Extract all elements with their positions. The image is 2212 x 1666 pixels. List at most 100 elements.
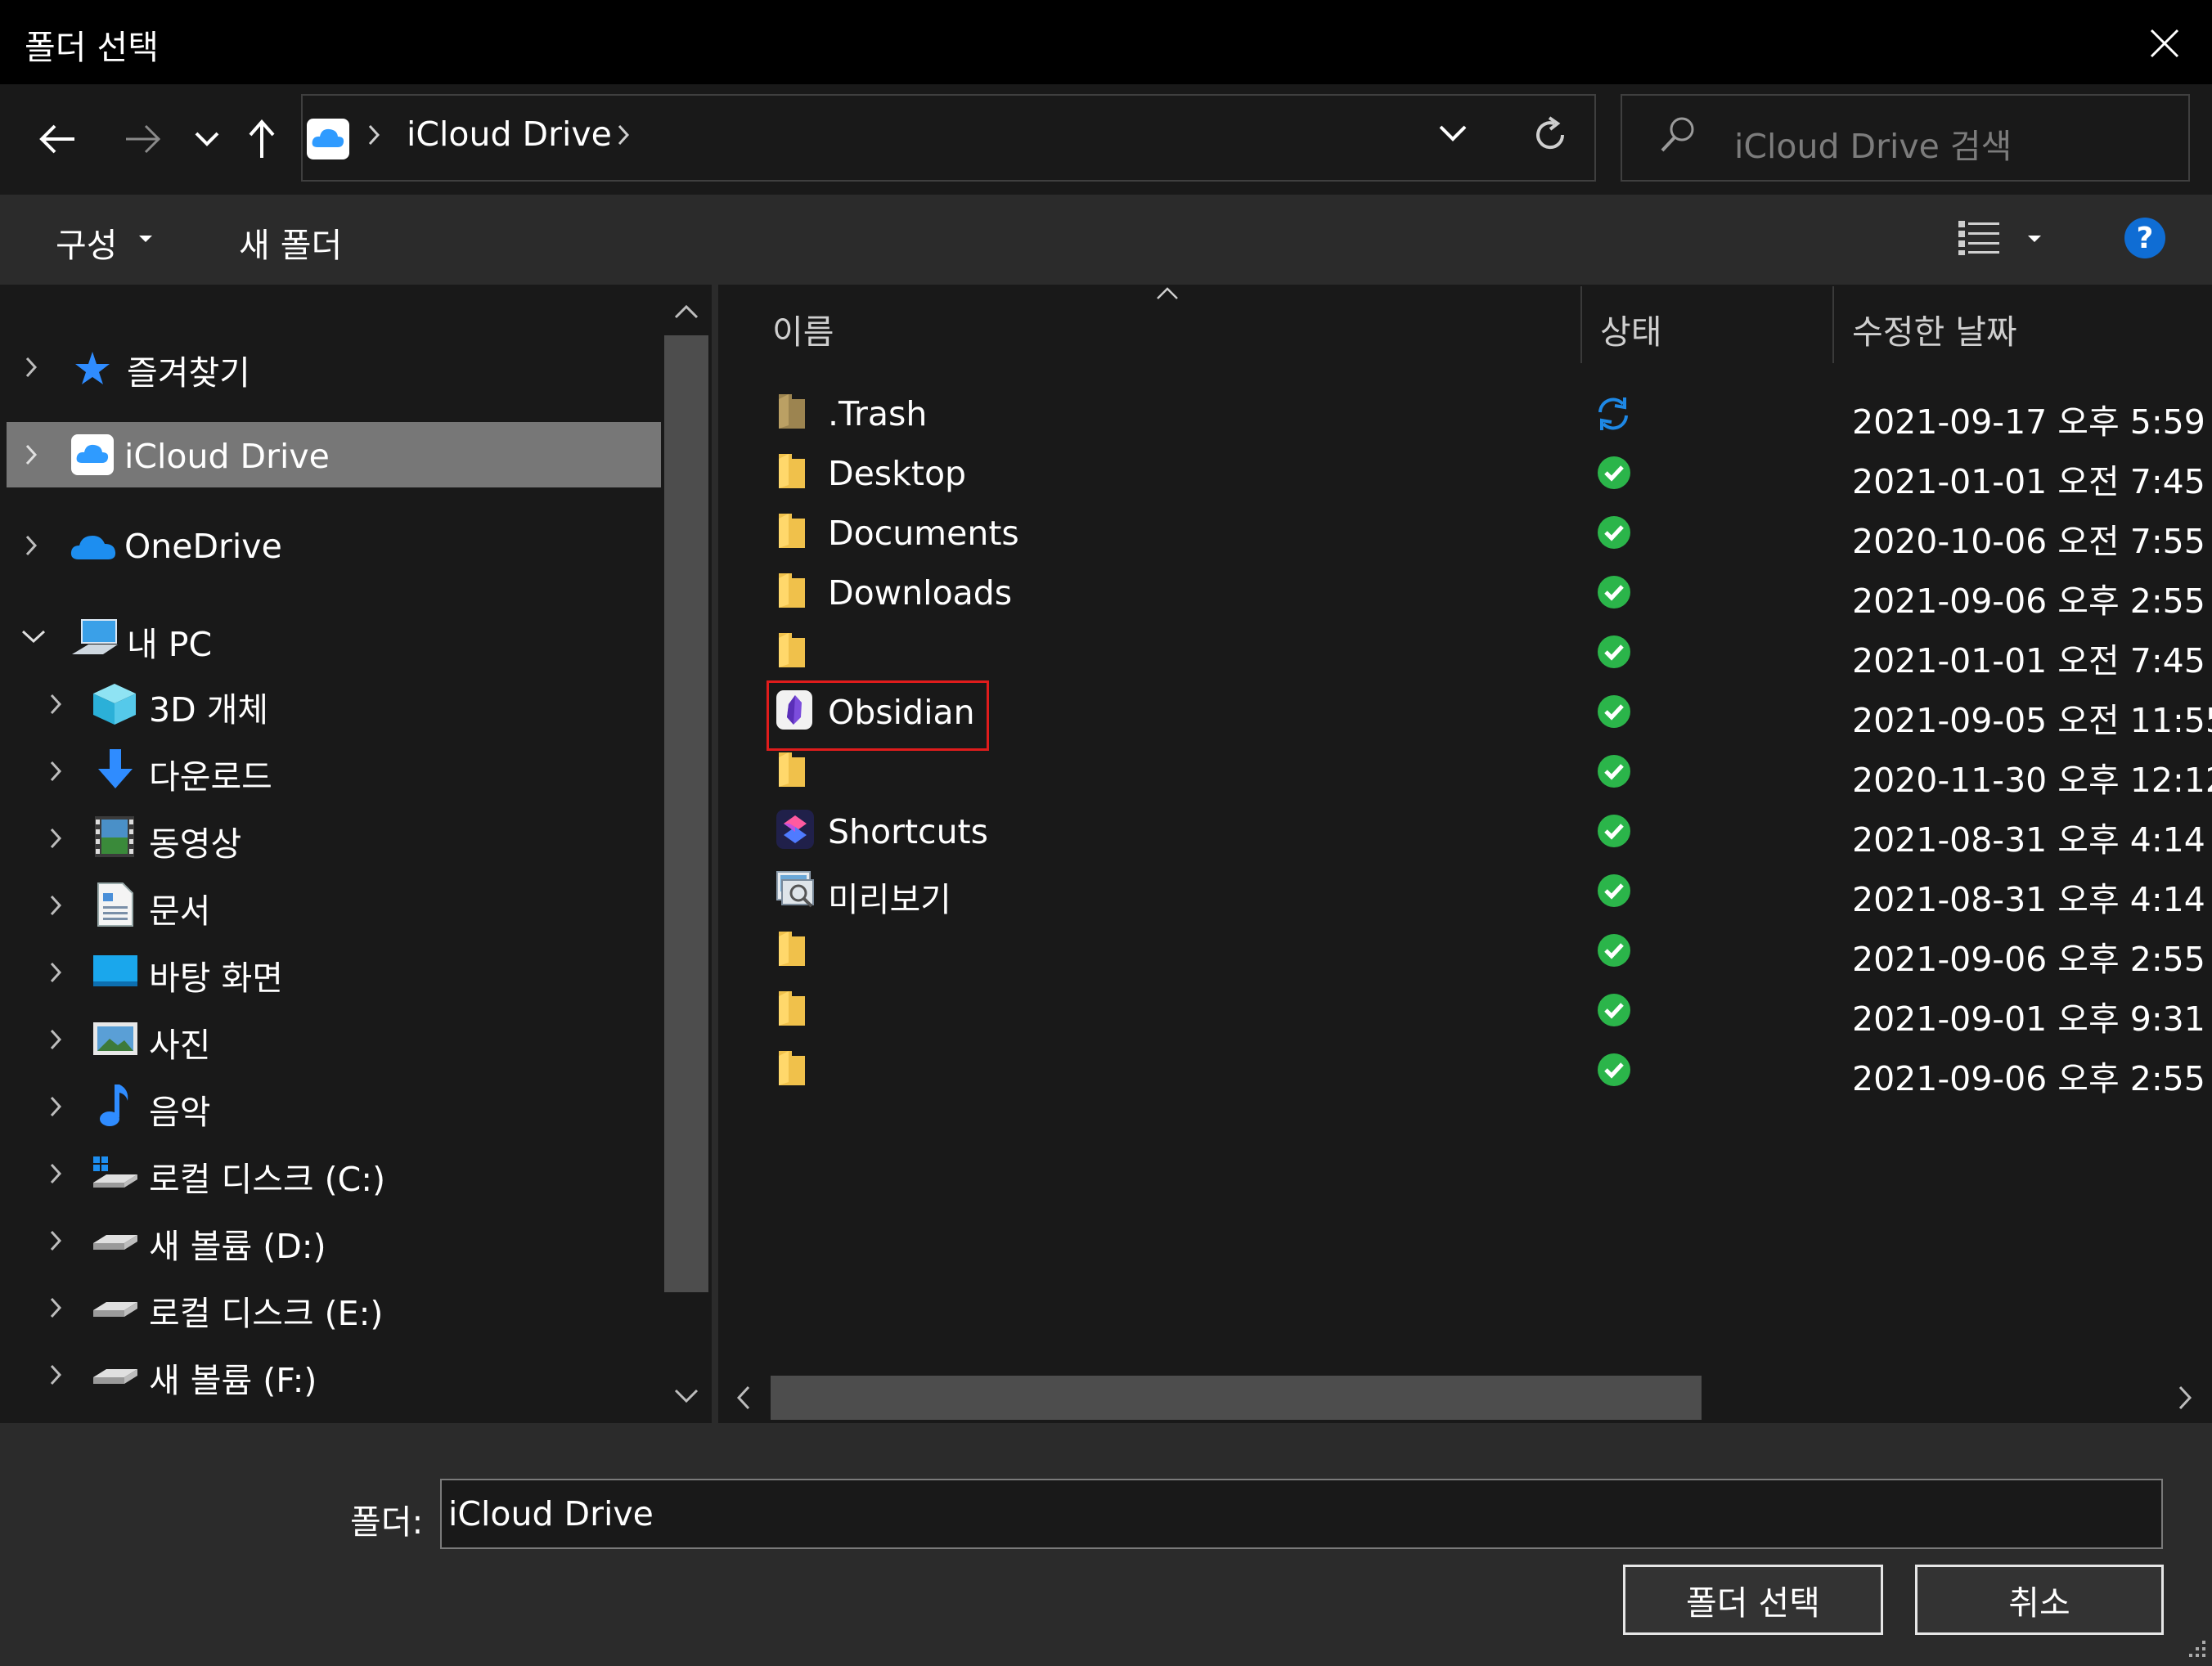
scroll-up-icon[interactable]: [672, 303, 700, 321]
forward-button[interactable]: [110, 115, 176, 164]
expand-chevron-icon: [50, 962, 62, 983]
breadcrumb-icloud-drive[interactable]: iCloud Drive: [407, 115, 612, 154]
dropdown-arrow-icon[interactable]: [2026, 234, 2043, 244]
file-row[interactable]: 2020-11-30 오후 12:12: [769, 743, 2212, 802]
breadcrumb-separator-icon[interactable]: [366, 123, 382, 147]
column-header-modified[interactable]: 수정한 날짜: [1852, 304, 2017, 353]
folder-icon: [779, 633, 805, 667]
download-arrow-icon: [98, 749, 133, 788]
scroll-down-icon[interactable]: [672, 1387, 700, 1405]
sort-ascending-icon: [1157, 287, 1178, 299]
close-icon: [2150, 29, 2179, 58]
file-row[interactable]: 2021-09-06 오후 2:55: [769, 1041, 2212, 1100]
synced-check-icon: [1598, 815, 1630, 847]
expand-chevron-icon: [50, 694, 62, 715]
nav-label: OneDrive: [124, 527, 282, 566]
column-header-name[interactable]: 이름: [772, 304, 834, 353]
back-button[interactable]: [25, 115, 90, 164]
file-modified: 2021-09-06 오후 2:55: [1852, 582, 2205, 621]
organize-menu[interactable]: 구성: [56, 218, 117, 267]
help-button[interactable]: ?: [2124, 218, 2165, 258]
nav-item-videos[interactable]: 동영상: [0, 805, 661, 872]
refresh-button[interactable]: [1530, 115, 1571, 155]
nav-label: iCloud Drive: [124, 437, 330, 476]
file-modified: 2021-09-17 오후 5:59: [1852, 402, 2205, 442]
file-row[interactable]: 2021-09-06 오후 2:55: [769, 922, 2212, 981]
close-button[interactable]: [2127, 15, 2202, 72]
folder-icon: [779, 454, 805, 488]
breadcrumb-separator-icon[interactable]: [615, 123, 632, 147]
nav-item-icloud-drive[interactable]: iCloud Drive: [0, 422, 661, 487]
file-row-preview[interactable]: 미리보기 2021-08-31 오후 4:14: [769, 862, 2212, 921]
chevron-down-icon: [195, 132, 219, 146]
horizontal-scrollbar-thumb[interactable]: [771, 1376, 1702, 1420]
nav-item-documents[interactable]: 문서: [0, 872, 661, 939]
pane-divider[interactable]: [712, 285, 718, 1423]
expand-chevron-icon: [50, 1029, 62, 1050]
nav-scrollbar-thumb[interactable]: [664, 335, 708, 1292]
drive-icon: [93, 1369, 137, 1384]
column-divider[interactable]: [1832, 286, 1834, 363]
nav-item-pictures[interactable]: 사진: [0, 1006, 661, 1073]
nav-label: 새 볼륨 (F:): [149, 1361, 317, 1400]
expand-chevron-icon: [50, 1230, 62, 1251]
file-row[interactable]: 2021-01-01 오전 7:45: [769, 623, 2212, 682]
folder-icon: [779, 514, 805, 548]
nav-item-this-pc[interactable]: 내 PC: [0, 605, 661, 671]
nav-item-drive-c[interactable]: 로컬 디스크 (C:): [0, 1140, 661, 1207]
file-row[interactable]: 2021-09-01 오후 9:31: [769, 981, 2212, 1040]
cancel-button[interactable]: 취소: [1915, 1565, 2164, 1635]
nav-label: 음악: [149, 1093, 211, 1132]
document-icon: [97, 882, 133, 927]
expand-chevron-icon: [50, 895, 62, 916]
nav-label: 로컬 디스크 (E:): [149, 1294, 384, 1333]
file-row-desktop[interactable]: Desktop 2021-01-01 오전 7:45: [769, 444, 2212, 503]
address-history-dropdown[interactable]: [1438, 124, 1468, 142]
nav-item-desktop[interactable]: 바탕 화면: [0, 939, 661, 1006]
icloud-icon: [71, 434, 114, 475]
expand-chevron-icon: [25, 357, 38, 378]
select-folder-button[interactable]: 폴더 선택: [1623, 1565, 1883, 1635]
nav-item-3d-objects[interactable]: 3D 개체: [0, 671, 661, 738]
scroll-left-icon[interactable]: [735, 1384, 753, 1412]
synced-check-icon: [1598, 994, 1630, 1026]
new-folder-button[interactable]: 새 폴더: [239, 218, 342, 267]
file-modified: 2021-01-01 오전 7:45: [1852, 641, 2205, 680]
file-modified: 2021-08-31 오후 4:14: [1852, 880, 2205, 919]
folder-name-field[interactable]: [440, 1479, 2163, 1549]
expand-chevron-icon: [50, 1297, 62, 1318]
view-options-button[interactable]: [1957, 218, 2003, 257]
nav-item-drive-f[interactable]: 새 볼륨 (F:): [0, 1341, 661, 1408]
nav-item-music[interactable]: 음악: [0, 1073, 661, 1140]
nav-item-drive-e[interactable]: 로컬 디스크 (E:): [0, 1274, 661, 1341]
recent-locations-button[interactable]: [187, 119, 227, 159]
file-row-trash[interactable]: .Trash 2021-09-17 오후 5:59: [769, 384, 2212, 443]
file-modified: 2021-08-31 오후 4:14: [1852, 820, 2205, 860]
folder-icon: [779, 573, 805, 608]
file-row-documents[interactable]: Documents 2020-10-06 오전 7:55: [769, 504, 2212, 563]
file-row-downloads[interactable]: Downloads 2021-09-06 오후 2:55: [769, 564, 2212, 622]
nav-label: 내 PC: [127, 625, 213, 664]
resize-grip-icon[interactable]: [2184, 1636, 2209, 1660]
column-header-status[interactable]: 상태: [1600, 304, 1661, 353]
search-icon: [1657, 115, 1698, 155]
scroll-right-icon[interactable]: [2176, 1384, 2194, 1412]
file-modified: 2021-09-05 오전 11:55: [1852, 701, 2212, 740]
file-name: 미리보기: [828, 880, 951, 919]
nav-item-drive-d[interactable]: 새 볼륨 (D:): [0, 1207, 661, 1274]
column-divider[interactable]: [1580, 286, 1582, 363]
dropdown-arrow-icon[interactable]: [137, 234, 154, 244]
up-button[interactable]: [241, 113, 282, 165]
folder-field-label: 폴더:: [350, 1502, 424, 1542]
expand-chevron-icon: [25, 444, 38, 465]
nav-item-downloads[interactable]: 다운로드: [0, 738, 661, 805]
drive-icon: [93, 1302, 137, 1317]
nav-label: 사진: [149, 1026, 211, 1065]
arrow-up-icon: [249, 119, 275, 158]
file-modified: 2020-10-06 오전 7:55: [1852, 522, 2205, 561]
folder-dim-icon: [779, 394, 805, 429]
nav-item-favorites[interactable]: 즐겨찾기: [0, 334, 661, 399]
synced-check-icon: [1598, 934, 1630, 967]
file-row-shortcuts[interactable]: Shortcuts 2021-08-31 오후 4:14: [769, 802, 2212, 861]
nav-item-onedrive[interactable]: OneDrive: [0, 514, 661, 579]
